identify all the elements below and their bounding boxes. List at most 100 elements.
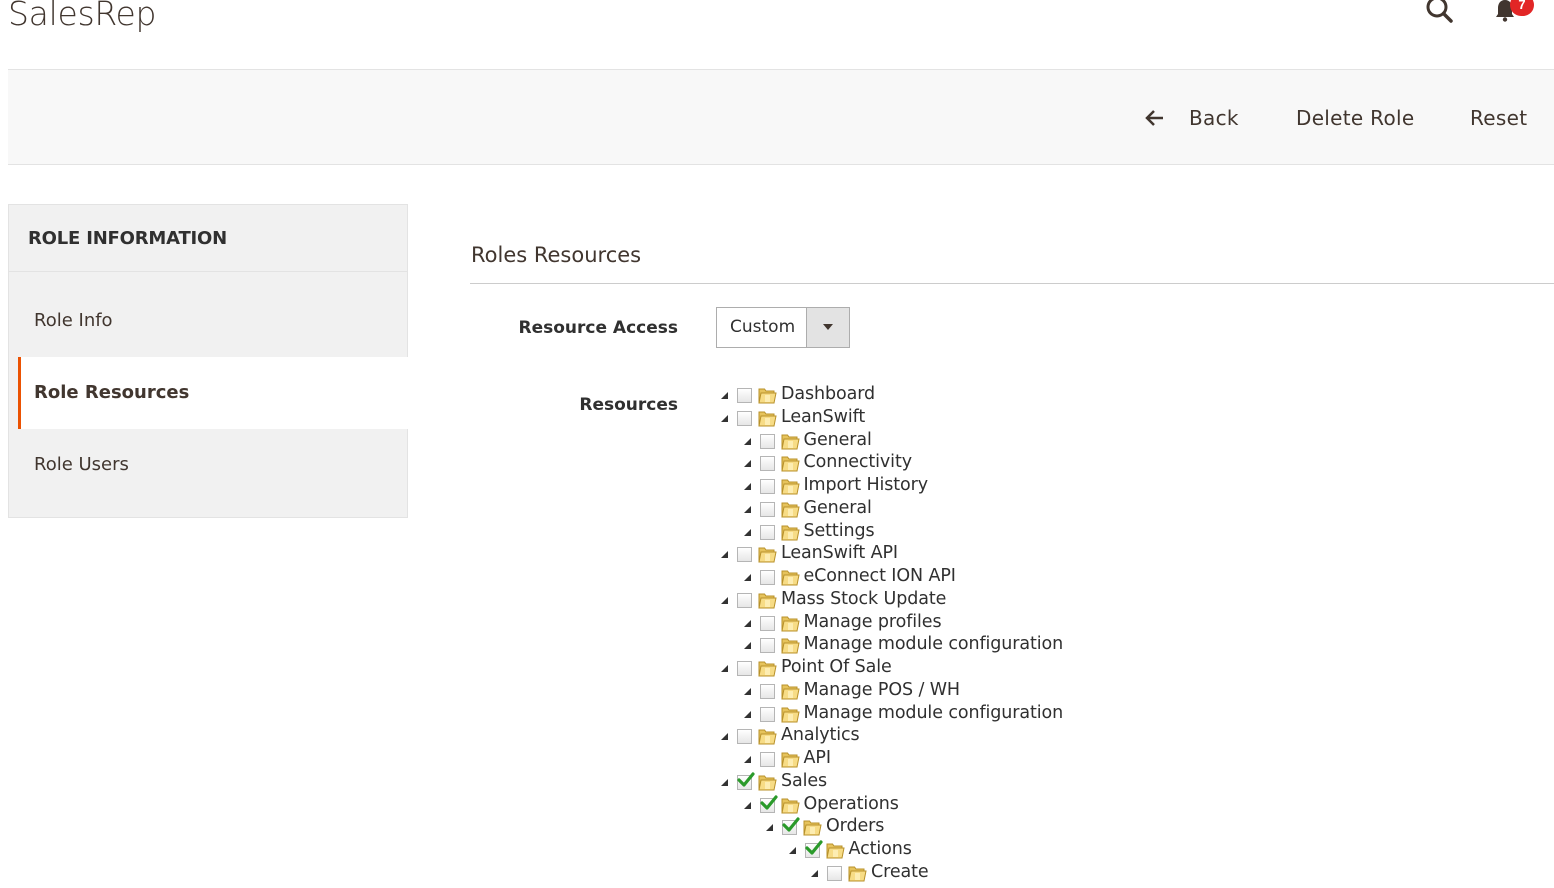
folder-icon [780, 502, 800, 518]
back-arrow-icon[interactable] [1144, 107, 1166, 129]
tree-checkbox[interactable] [759, 456, 775, 472]
tree-node-label[interactable]: LeanSwift API [781, 543, 898, 563]
sidebar-item-role-info[interactable]: Role Info [9, 285, 407, 357]
tree-checkbox[interactable] [759, 524, 775, 540]
folder-icon [758, 411, 777, 427]
tree-toggle-icon[interactable] [721, 778, 728, 786]
tree-checkbox[interactable] [759, 683, 775, 699]
folder-icon [758, 593, 777, 609]
tree-toggle-icon[interactable] [721, 392, 728, 399]
tree-node-label[interactable]: Sales [781, 771, 827, 791]
tree-toggle-icon[interactable] [721, 596, 728, 604]
role-information-sidebar: ROLE INFORMATION Role Info Role Resource… [8, 204, 408, 518]
folder-icon [780, 525, 800, 540]
tree-node-label[interactable]: Dashboard [781, 384, 875, 404]
tree-toggle-icon[interactable] [743, 710, 751, 718]
tree-node-label[interactable]: General [804, 498, 872, 518]
checkmark-icon [804, 840, 823, 855]
tree-checkbox[interactable] [759, 638, 775, 654]
tree-checkbox[interactable] [759, 706, 775, 722]
resource-access-select[interactable]: Custom [716, 307, 850, 348]
tree-node-label[interactable]: Import History [804, 475, 929, 495]
tree-checkbox[interactable] [737, 547, 752, 563]
folder-icon [758, 729, 777, 745]
tree-checkbox[interactable] [759, 570, 775, 585]
tree-toggle-icon[interactable] [766, 824, 773, 832]
tree-node-label[interactable]: General [804, 430, 872, 450]
notification-badge[interactable]: 7 [1510, 0, 1534, 16]
tree-toggle-icon[interactable] [743, 437, 751, 445]
tree-checkbox[interactable] [737, 772, 755, 790]
tree-toggle-icon[interactable] [811, 869, 818, 877]
tree-toggle-icon[interactable] [721, 551, 728, 559]
tree-toggle-icon[interactable] [743, 483, 751, 490]
tree-checkbox[interactable] [827, 865, 842, 881]
tree-toggle-icon[interactable] [743, 460, 751, 468]
folder-icon [758, 661, 777, 677]
resource-access-label: Resource Access [518, 318, 678, 338]
tree-checkbox[interactable] [759, 794, 778, 813]
tree-checkbox[interactable] [759, 615, 775, 631]
tree-node-label[interactable]: Point Of Sale [781, 657, 892, 677]
tree-node-label[interactable]: Analytics [781, 725, 860, 745]
sidebar-item-role-users[interactable]: Role Users [9, 429, 407, 501]
page-title: SalesRep [8, 0, 157, 33]
tree-checkbox[interactable] [759, 501, 775, 517]
tree-checkbox[interactable] [782, 817, 800, 836]
page-actions-bar: Back Delete Role Reset [8, 69, 1554, 165]
tree-node-label[interactable]: Actions [849, 839, 912, 859]
tree-checkbox[interactable] [759, 479, 775, 494]
search-icon[interactable] [1424, 0, 1454, 26]
tree-toggle-icon[interactable] [743, 801, 751, 809]
tree-node-label[interactable]: Settings [804, 521, 875, 541]
tree-toggle-icon[interactable] [743, 528, 751, 536]
tree-toggle-icon[interactable] [721, 665, 728, 672]
tree-toggle-icon[interactable] [743, 687, 751, 695]
tree-checkbox[interactable] [737, 388, 752, 403]
tree-node-label[interactable]: Operations [804, 794, 899, 814]
sidebar-item-role-resources[interactable]: Role Resources [18, 357, 408, 429]
tree-node-label[interactable]: Create [871, 862, 929, 882]
tree-toggle-icon[interactable] [743, 756, 751, 763]
tree-node-label[interactable]: Mass Stock Update [781, 589, 946, 609]
tree-checkbox[interactable] [737, 410, 752, 426]
tree-node-label[interactable]: API [804, 748, 831, 768]
section-title: Roles Resources [471, 243, 642, 267]
tree-checkbox[interactable] [737, 661, 752, 676]
reset-button[interactable]: Reset [1470, 106, 1527, 130]
tree-node-label[interactable]: Manage POS / WH [804, 680, 961, 700]
folder-icon [780, 638, 800, 654]
checkmark-icon [737, 772, 755, 787]
folder-icon [758, 547, 777, 563]
tree-checkbox[interactable] [737, 592, 752, 608]
delete-role-button[interactable]: Delete Role [1296, 106, 1414, 130]
tree-node-label[interactable]: Orders [826, 816, 884, 836]
folder-icon [780, 616, 800, 631]
select-toggle[interactable] [806, 308, 849, 347]
tree-checkbox[interactable] [804, 840, 823, 858]
tree-node-label[interactable]: Connectivity [804, 452, 913, 472]
tree-toggle-icon[interactable] [743, 619, 751, 627]
tree-node-label[interactable]: Manage module configuration [804, 634, 1064, 654]
back-button[interactable]: Back [1189, 106, 1239, 130]
tree-toggle-icon[interactable] [721, 733, 728, 741]
resources-label: Resources [579, 395, 678, 415]
tree-toggle-icon[interactable] [743, 505, 751, 513]
folder-icon [780, 798, 800, 813]
tree-node-label[interactable]: Manage profiles [804, 612, 942, 632]
tree-checkbox[interactable] [759, 752, 775, 767]
folder-icon [848, 866, 867, 882]
tree-node-label[interactable]: Manage module configuration [804, 703, 1064, 723]
tree-node-label[interactable]: eConnect ION API [804, 566, 956, 586]
tree-node-label[interactable]: LeanSwift [781, 407, 865, 427]
tree-checkbox[interactable] [737, 729, 752, 745]
tree-checkbox[interactable] [759, 433, 775, 449]
tree-toggle-icon[interactable] [721, 414, 728, 422]
tree-toggle-icon[interactable] [743, 574, 751, 581]
tree-toggle-icon[interactable] [788, 847, 796, 854]
folder-icon [758, 388, 777, 404]
folder-icon [780, 456, 800, 472]
tree-toggle-icon[interactable] [743, 642, 751, 650]
folder-icon [825, 843, 845, 859]
folder-icon [780, 684, 800, 700]
